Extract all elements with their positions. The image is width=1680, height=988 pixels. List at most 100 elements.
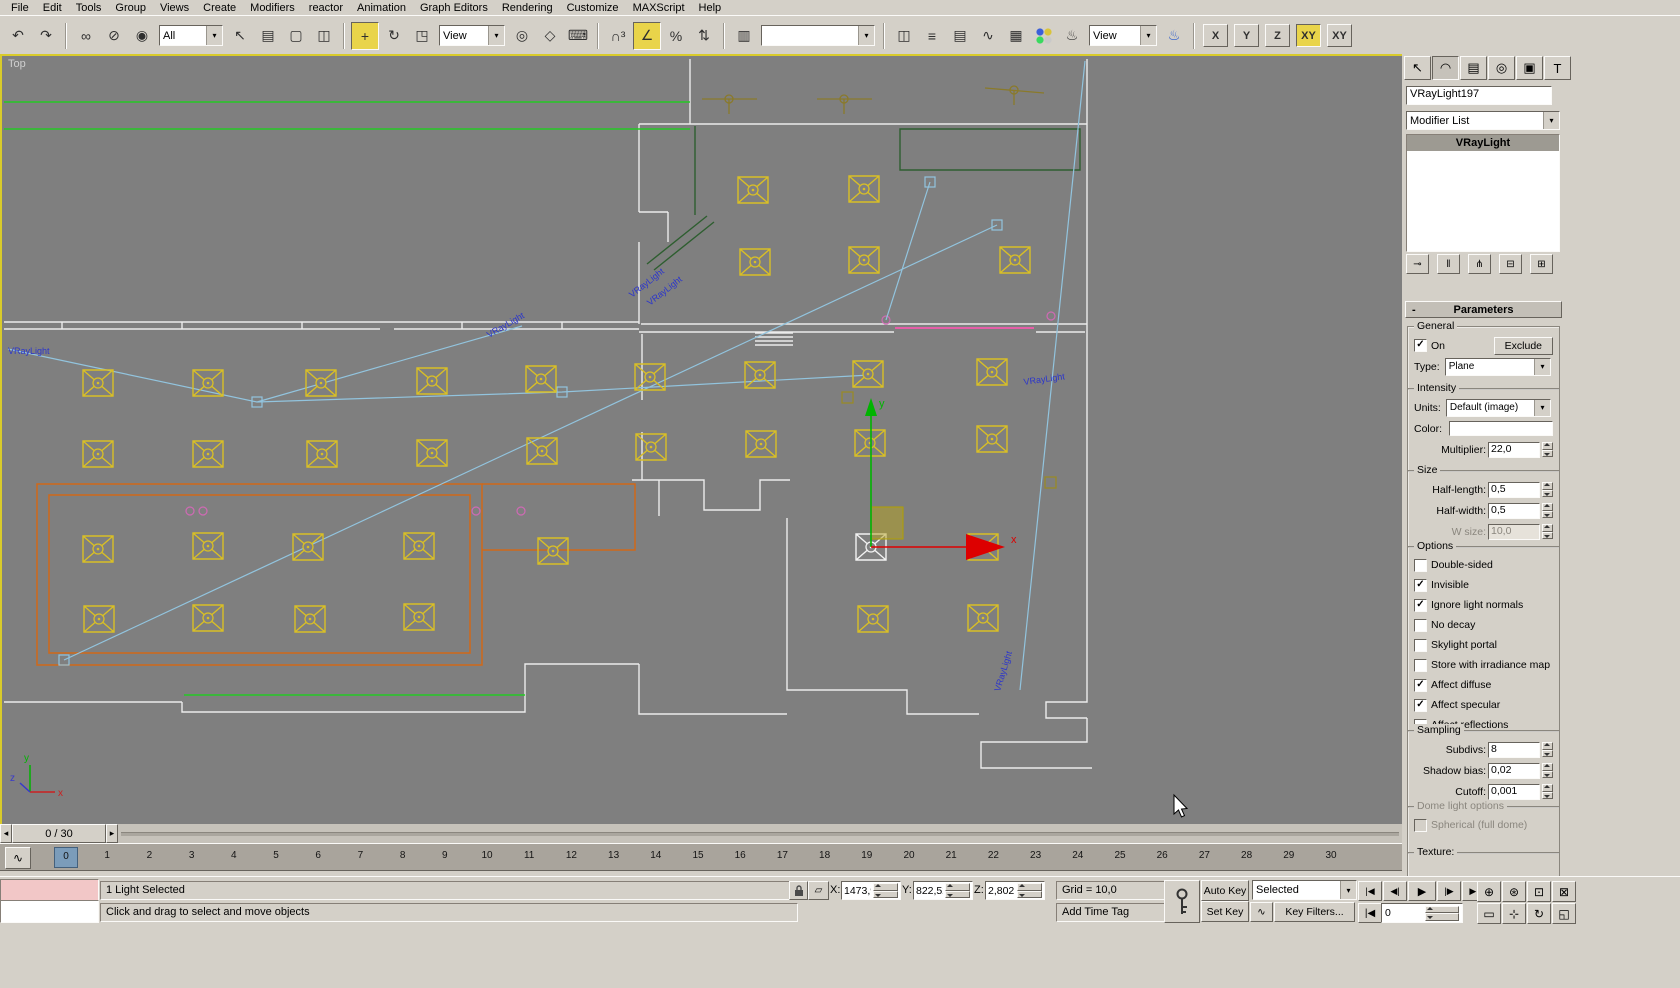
vray-light[interactable] — [82, 535, 114, 563]
vray-light[interactable] — [192, 440, 224, 468]
menu-item-group[interactable]: Group — [108, 1, 153, 15]
time-slider-left-arrow[interactable]: ◂ — [0, 824, 12, 843]
named-selection-sets-dropdown[interactable]: ▾ — [761, 25, 875, 46]
key-filters-button[interactable]: Key Filters... — [1274, 902, 1355, 922]
viewport-label[interactable]: Top — [8, 58, 26, 70]
value-field[interactable]: 0,001 — [1488, 783, 1540, 800]
select-and-move-icon[interactable]: + — [351, 21, 379, 50]
trackbar-frame-12[interactable]: 12 — [559, 850, 583, 861]
layer-manager-icon[interactable]: ▤ — [947, 23, 973, 49]
chevron-down-icon[interactable]: ▾ — [1534, 358, 1550, 375]
utilities-tab-icon[interactable]: T — [1544, 56, 1571, 80]
vray-light[interactable] — [416, 367, 448, 395]
type-dropdown[interactable]: Plane ▾ — [1444, 357, 1551, 376]
time-slider-right-arrow[interactable]: ▸ — [106, 824, 118, 843]
trackbar-frame-2[interactable]: 2 — [137, 850, 161, 861]
trackbar-frame-1[interactable]: 1 — [95, 850, 119, 861]
menu-item-animation[interactable]: Animation — [350, 1, 413, 15]
time-slider-track[interactable] — [121, 831, 1399, 836]
mirror-icon[interactable]: ◫ — [891, 23, 917, 49]
checkbox-affect-diffuse[interactable]: Affect diffuse — [1408, 675, 1559, 695]
previous-frame-button[interactable]: ◀| — [1383, 881, 1407, 901]
zoom-icon[interactable]: ⊕ — [1477, 881, 1501, 902]
vray-light[interactable] — [192, 532, 224, 560]
trackbar-frame-25[interactable]: 25 — [1108, 850, 1132, 861]
selection-filter-dropdown[interactable]: All ▾ — [159, 25, 223, 46]
trackbar-frame-7[interactable]: 7 — [348, 850, 372, 861]
vray-light[interactable] — [739, 248, 771, 276]
play-button[interactable]: ▶ — [1408, 881, 1436, 901]
vray-light[interactable] — [634, 363, 666, 391]
edit-named-selection-sets-icon[interactable]: ▥ — [731, 23, 757, 49]
vray-light[interactable] — [83, 605, 115, 633]
default-in-out-tangents-button[interactable]: ∿ — [1250, 902, 1273, 922]
show-end-result-icon[interactable]: ‖ — [1437, 254, 1460, 274]
pan-icon[interactable]: ⊹ — [1502, 903, 1526, 924]
spinner-buttons[interactable] — [871, 883, 900, 898]
coord-y-field[interactable]: 822,527 — [913, 881, 973, 900]
chevron-down-icon[interactable]: ▾ — [206, 26, 222, 45]
chevron-down-icon[interactable]: ▾ — [1543, 112, 1559, 129]
remove-modifier-icon[interactable]: ⊟ — [1499, 254, 1522, 274]
reference-coordinate-system-dropdown[interactable]: View ▾ — [439, 25, 505, 46]
undo-icon[interactable]: ↶ — [5, 23, 31, 49]
zoom-extents-all-icon[interactable]: ⊠ — [1552, 881, 1576, 902]
trackbar-frame-16[interactable]: 16 — [728, 850, 752, 861]
menu-item-edit[interactable]: Edit — [36, 1, 69, 15]
keyboard-shortcut-override-icon[interactable]: ⌨ — [565, 23, 591, 49]
trackbar-frame-14[interactable]: 14 — [644, 850, 668, 861]
unlink-selection-icon[interactable]: ⊘ — [101, 23, 127, 49]
checkbox-invisible[interactable]: Invisible — [1408, 575, 1559, 595]
open-mini-curve-editor-button[interactable]: ∿ — [5, 847, 31, 869]
gizmo-y-arrow-icon[interactable] — [865, 398, 877, 416]
select-and-link-icon[interactable]: ∞ — [73, 23, 99, 49]
menu-item-create[interactable]: Create — [196, 1, 243, 15]
trackbar-frame-20[interactable]: 20 — [897, 850, 921, 861]
trackbar-frame-23[interactable]: 23 — [1024, 850, 1048, 861]
menu-item-help[interactable]: Help — [692, 1, 729, 15]
gizmo-x-arrow-icon[interactable] — [966, 534, 1005, 560]
vray-light[interactable] — [848, 246, 880, 274]
vray-light[interactable] — [857, 605, 889, 633]
vray-light[interactable] — [854, 429, 886, 457]
trackbar-frame-29[interactable]: 29 — [1277, 850, 1301, 861]
select-and-manipulate-icon[interactable]: ◇ — [537, 23, 563, 49]
zoom-extents-icon[interactable]: ⊡ — [1527, 881, 1551, 902]
time-slider-handle[interactable]: 0 / 30 — [12, 824, 106, 843]
vray-light[interactable] — [848, 175, 880, 203]
vray-light[interactable] — [192, 604, 224, 632]
vray-light[interactable] — [852, 360, 884, 388]
trackbar-frame-18[interactable]: 18 — [813, 850, 837, 861]
chevron-down-icon[interactable]: ▾ — [1534, 399, 1550, 416]
modifier-stack-item[interactable]: VRayLight — [1407, 135, 1559, 151]
menu-item-tools[interactable]: Tools — [69, 1, 109, 15]
auto-key-button[interactable]: Auto Key — [1201, 880, 1249, 901]
percent-snap-toggle-icon[interactable]: % — [663, 23, 689, 49]
render-setup-icon[interactable]: ♨ — [1059, 23, 1085, 49]
vray-light[interactable] — [635, 433, 667, 461]
trackbar-frame-28[interactable]: 28 — [1235, 850, 1259, 861]
vray-light[interactable] — [294, 605, 326, 633]
curve-editor-icon[interactable]: ∿ — [975, 23, 1001, 49]
spinner-buttons[interactable] — [1542, 763, 1553, 778]
restrict-plane-flyout-icon[interactable]: XY — [1327, 24, 1352, 47]
trackbar-frame-5[interactable]: 5 — [264, 850, 288, 861]
trackbar-frame-26[interactable]: 26 — [1150, 850, 1174, 861]
schematic-view-icon[interactable]: ▦ — [1003, 23, 1029, 49]
maximize-viewport-toggle-icon[interactable]: ◱ — [1552, 903, 1576, 924]
trackbar-frame-10[interactable]: 10 — [475, 850, 499, 861]
restrict-to-xy-plane-icon[interactable]: XY — [1296, 24, 1321, 47]
material-editor-icon[interactable] — [1031, 23, 1057, 49]
go-to-start-button[interactable]: |◀ — [1358, 881, 1382, 901]
hierarchy-tab-icon[interactable]: ▤ — [1460, 56, 1487, 80]
selection-lock-toggle[interactable] — [789, 881, 808, 900]
redo-icon[interactable]: ↷ — [33, 23, 59, 49]
checkbox-no-decay[interactable]: No decay — [1408, 615, 1559, 635]
trackbar-frame-8[interactable]: 8 — [391, 850, 415, 861]
vray-light[interactable] — [416, 439, 448, 467]
use-pivot-point-center-icon[interactable]: ◎ — [509, 23, 535, 49]
key-mode-toggle-button[interactable]: |◀ — [1358, 903, 1382, 923]
viewport-top[interactable]: VRayLight VRayLight VRayLight VRayLight VRay… — [0, 54, 1406, 828]
value-field[interactable]: 0,5 — [1488, 481, 1540, 498]
menu-item-file[interactable]: File — [4, 1, 36, 15]
